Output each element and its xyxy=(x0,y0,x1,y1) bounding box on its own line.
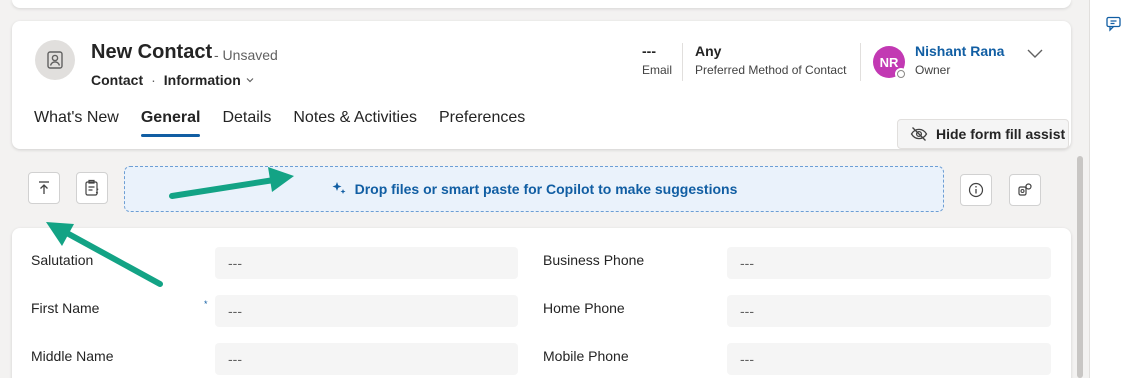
expand-header-button[interactable] xyxy=(1023,43,1047,63)
tab-details[interactable]: Details xyxy=(222,109,271,139)
record-avatar xyxy=(35,40,75,80)
header-field-preferred-contact[interactable]: Any Preferred Method of Contact xyxy=(695,43,846,77)
field-label-salutation: Salutation xyxy=(31,252,94,268)
tab-general[interactable]: General xyxy=(140,109,200,139)
side-pane-rail xyxy=(1089,0,1134,378)
upload-to-top-icon xyxy=(39,181,49,194)
header-field-value: --- xyxy=(642,43,656,59)
owner-name-link[interactable]: Nishant Rana xyxy=(915,43,1004,59)
required-indicator: * xyxy=(204,299,208,309)
breadcrumb-separator: · xyxy=(151,72,156,88)
field-label-business-phone: Business Phone xyxy=(543,252,645,268)
header-field-email[interactable]: --- Email xyxy=(642,43,672,77)
owner-avatar[interactable]: NR xyxy=(873,46,907,80)
presence-status-icon xyxy=(895,68,907,80)
header-field-value: Any xyxy=(695,43,722,59)
field-label-middle-name: Middle Name xyxy=(31,348,114,364)
form-header: New Contact - Unsaved Contact · Informatio… xyxy=(12,21,1071,149)
eye-off-icon xyxy=(910,127,928,141)
hide-form-fill-assist-label: Hide form fill assist xyxy=(936,126,1066,142)
field-label-home-phone: Home Phone xyxy=(543,300,625,316)
form-fill-icon xyxy=(85,179,99,196)
entity-breadcrumb: Contact · Information xyxy=(91,72,257,88)
owner-initials: NR xyxy=(879,54,899,70)
form-fill-button[interactable] xyxy=(76,172,108,204)
save-status: - Unsaved xyxy=(214,47,278,63)
chat-button[interactable] xyxy=(1105,15,1123,38)
home-phone-input[interactable]: --- xyxy=(727,295,1051,327)
entity-map-icon xyxy=(1018,183,1032,196)
tab-notes-activities[interactable]: Notes & Activities xyxy=(293,109,417,139)
upload-to-top-button[interactable] xyxy=(28,172,60,204)
hide-form-fill-assist-button[interactable]: Hide form fill assist xyxy=(897,119,1069,149)
form-selector[interactable]: Information xyxy=(164,72,257,88)
sparkle-icon xyxy=(331,180,347,199)
previous-card-edge xyxy=(12,0,1071,8)
field-label-first-name: First Name xyxy=(31,300,100,316)
chevron-down-icon xyxy=(1027,49,1043,58)
record-title: New Contact xyxy=(91,41,213,63)
tab-preferences[interactable]: Preferences xyxy=(439,109,525,139)
entity-name: Contact xyxy=(91,72,144,88)
contact-card-icon xyxy=(47,51,63,69)
general-section: Salutation --- First Name * --- Middle N… xyxy=(12,228,1071,378)
divider xyxy=(860,43,861,81)
scrollbar-thumb[interactable] xyxy=(1077,156,1083,378)
form-tabs: What's New General Details Notes & Activ… xyxy=(34,109,547,139)
chevron-down-icon xyxy=(245,72,257,88)
entity-map-button[interactable] xyxy=(1009,174,1041,206)
middle-name-input[interactable]: --- xyxy=(215,343,518,375)
field-label-mobile-phone: Mobile Phone xyxy=(543,348,629,364)
info-icon xyxy=(968,182,984,198)
business-phone-input[interactable]: --- xyxy=(727,247,1051,279)
tab-whats-new[interactable]: What's New xyxy=(34,109,119,139)
form-selector-label: Information xyxy=(163,72,241,88)
header-field-label: Email xyxy=(642,63,673,77)
salutation-input[interactable]: --- xyxy=(215,247,518,279)
copilot-drop-zone[interactable]: Drop files or smart paste for Copilot to… xyxy=(124,166,944,212)
divider xyxy=(682,43,683,81)
header-field-label: Preferred Method of Contact xyxy=(695,63,847,77)
info-button[interactable] xyxy=(960,174,992,206)
owner-label: Owner xyxy=(915,63,951,77)
first-name-input[interactable]: --- xyxy=(215,295,518,327)
copilot-drop-zone-text: Drop files or smart paste for Copilot to… xyxy=(354,181,738,197)
mobile-phone-input[interactable]: --- xyxy=(727,343,1051,375)
chat-icon xyxy=(1106,16,1121,32)
